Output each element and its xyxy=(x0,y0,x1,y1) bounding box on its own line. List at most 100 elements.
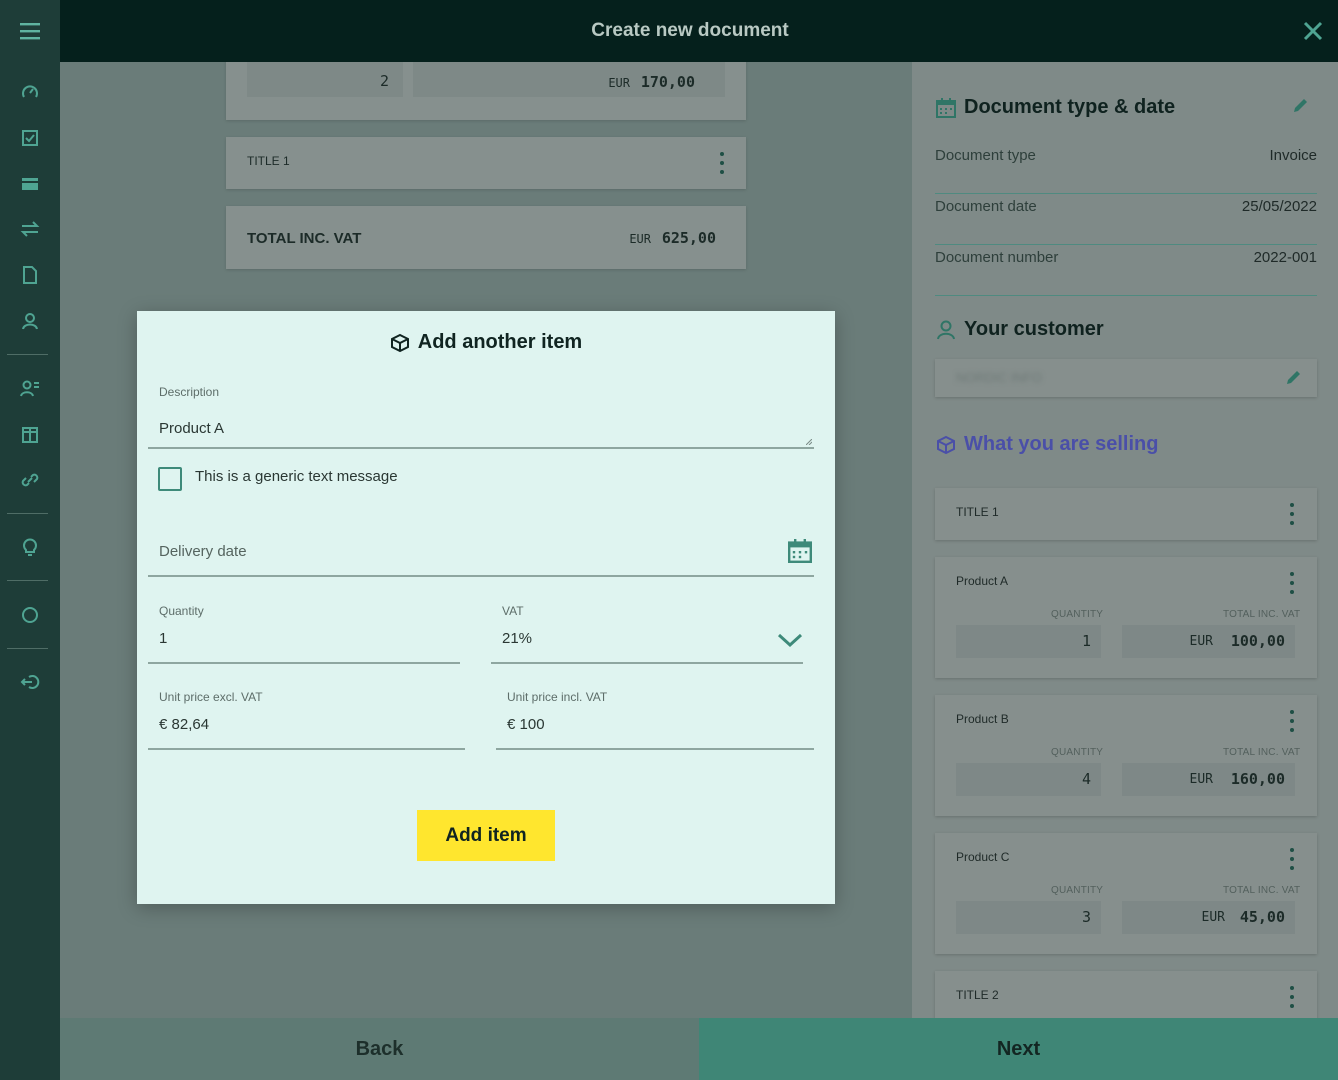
add-item-button[interactable]: Add item xyxy=(417,810,555,861)
unit-price-excl-label: Unit price excl. VAT xyxy=(159,690,263,704)
generic-text-checkbox[interactable] xyxy=(158,467,182,491)
calendar-icon xyxy=(936,97,956,118)
next-button[interactable]: Next xyxy=(699,1018,1338,1080)
transfer-icon[interactable] xyxy=(0,209,60,249)
title-card-label: TITLE 1 xyxy=(247,154,290,168)
vat-label: VAT xyxy=(502,604,524,618)
close-icon[interactable] xyxy=(1298,16,1328,46)
quantity-input[interactable]: 1 xyxy=(159,630,167,647)
quantity-box: 1 xyxy=(956,625,1101,658)
contacts-icon[interactable] xyxy=(0,301,60,341)
link-icon[interactable] xyxy=(0,460,60,500)
back-button[interactable]: Back xyxy=(60,1018,699,1080)
package-icon[interactable] xyxy=(0,414,60,454)
summary-panel: Document type & date Document type Invoi… xyxy=(912,62,1338,1018)
title-card: TITLE 1 xyxy=(226,137,746,189)
logout-icon[interactable] xyxy=(0,662,60,702)
vat-select[interactable]: VAT 21% xyxy=(491,602,803,664)
field-underline xyxy=(148,575,814,577)
sidebar-divider xyxy=(7,648,48,649)
more-vertical-icon[interactable] xyxy=(1286,986,1298,1008)
description-field[interactable]: Description Product A xyxy=(148,383,814,449)
chevron-down-icon[interactable] xyxy=(777,632,803,653)
selling-section-title: What you are selling xyxy=(964,433,1159,455)
edit-customer-pencil-icon[interactable] xyxy=(1285,368,1303,391)
doc-date-row: Document date 25/05/2022 xyxy=(935,194,1317,245)
product-name: Product A xyxy=(956,574,1009,588)
more-vertical-icon[interactable] xyxy=(1286,848,1298,870)
delivery-date-field[interactable]: Delivery date xyxy=(148,521,814,577)
doc-section-header: Document type & date xyxy=(936,96,1175,119)
quantity-label: QUANTITY xyxy=(1051,885,1104,896)
description-input[interactable]: Product A xyxy=(159,420,224,437)
users-list-icon[interactable] xyxy=(0,368,60,408)
customer-card[interactable]: NORDIC INFO xyxy=(935,359,1317,397)
card-icon[interactable] xyxy=(0,164,60,204)
field-underline xyxy=(491,662,803,664)
sidebar-divider xyxy=(7,580,48,581)
total-box: EUR 100,00 xyxy=(1122,625,1295,658)
total-box: EUR 160,00 xyxy=(1122,763,1295,796)
delivery-date-input[interactable]: Delivery date xyxy=(159,543,247,560)
field-underline xyxy=(148,662,460,664)
vat-value: 21% xyxy=(502,630,533,647)
quantity-box: 4 xyxy=(956,763,1101,796)
title-card-label: TITLE 2 xyxy=(956,988,999,1002)
quantity-cell: 2 xyxy=(247,62,403,97)
dashboard-icon[interactable] xyxy=(0,72,60,112)
product-card: Product C QUANTITY TOTAL INC. VAT 3 EUR … xyxy=(935,833,1317,954)
quantity-label: QUANTITY xyxy=(1051,747,1104,758)
lightbulb-icon[interactable] xyxy=(0,527,60,567)
circle-icon[interactable] xyxy=(0,595,60,635)
total-label: TOTAL INC. VAT xyxy=(247,230,362,247)
edit-doc-pencil-icon[interactable] xyxy=(1292,96,1310,119)
quantity-field[interactable]: Quantity 1 xyxy=(148,602,460,664)
quantity-label: Quantity xyxy=(159,604,204,618)
description-label: Description xyxy=(159,385,220,399)
product-card: Product B QUANTITY TOTAL INC. VAT 4 EUR … xyxy=(935,695,1317,816)
checkbox-icon[interactable] xyxy=(0,118,60,158)
total-label: TOTAL INC. VAT xyxy=(1223,885,1301,896)
title-card: TITLE 1 xyxy=(935,488,1317,540)
modal-title: Add another item xyxy=(417,331,583,353)
field-underline xyxy=(148,748,465,750)
more-vertical-icon[interactable] xyxy=(1286,503,1298,525)
quantity-box: 3 xyxy=(956,901,1101,934)
amount-cell: 170,00 EUR xyxy=(413,62,725,97)
add-item-modal: Add another item Description Product A T… xyxy=(137,311,835,904)
sidebar-divider xyxy=(7,354,48,355)
amount-value: 170,00 xyxy=(640,73,695,91)
doc-type-row: Document type Invoice xyxy=(935,143,1317,194)
calendar-icon[interactable] xyxy=(788,539,812,568)
modal-header: Add another item xyxy=(137,331,835,354)
unit-price-incl-field[interactable]: Unit price incl. VAT € 100 xyxy=(496,688,814,750)
doc-section-title: Document type & date xyxy=(964,96,1176,118)
total-label: TOTAL INC. VAT xyxy=(1223,609,1301,620)
header: Create new document xyxy=(60,0,1338,62)
unit-price-excl-field[interactable]: Unit price excl. VAT € 82,64 xyxy=(148,688,465,750)
more-vertical-icon[interactable] xyxy=(1286,710,1298,732)
currency-label: EUR xyxy=(629,232,651,246)
total-card: TOTAL INC. VAT EUR 625,00 xyxy=(226,206,746,269)
sidebar xyxy=(0,0,60,1080)
page-title: Create new document xyxy=(591,20,789,41)
user-icon xyxy=(937,320,955,339)
product-card: Product A QUANTITY TOTAL INC. VAT 1 EUR … xyxy=(935,557,1317,678)
total-label: TOTAL INC. VAT xyxy=(1223,747,1301,758)
resize-handle-icon[interactable] xyxy=(806,439,812,445)
unit-price-incl-label: Unit price incl. VAT xyxy=(507,690,608,704)
checkbox-label: This is a generic text message xyxy=(195,468,398,485)
field-underline xyxy=(148,447,814,449)
total-amount: 625,00 xyxy=(661,229,716,247)
customer-name: NORDIC INFO xyxy=(956,370,1042,385)
box-icon xyxy=(937,435,955,454)
more-vertical-icon[interactable] xyxy=(716,152,728,174)
document-icon[interactable] xyxy=(0,255,60,295)
unit-price-excl-input[interactable]: € 82,64 xyxy=(159,716,209,733)
box-icon xyxy=(390,333,409,352)
unit-price-incl-input[interactable]: € 100 xyxy=(507,716,545,733)
more-vertical-icon[interactable] xyxy=(1286,572,1298,594)
product-name: Product C xyxy=(956,850,1010,864)
selling-section-header: What you are selling xyxy=(936,433,1158,456)
menu-icon[interactable] xyxy=(0,0,60,62)
